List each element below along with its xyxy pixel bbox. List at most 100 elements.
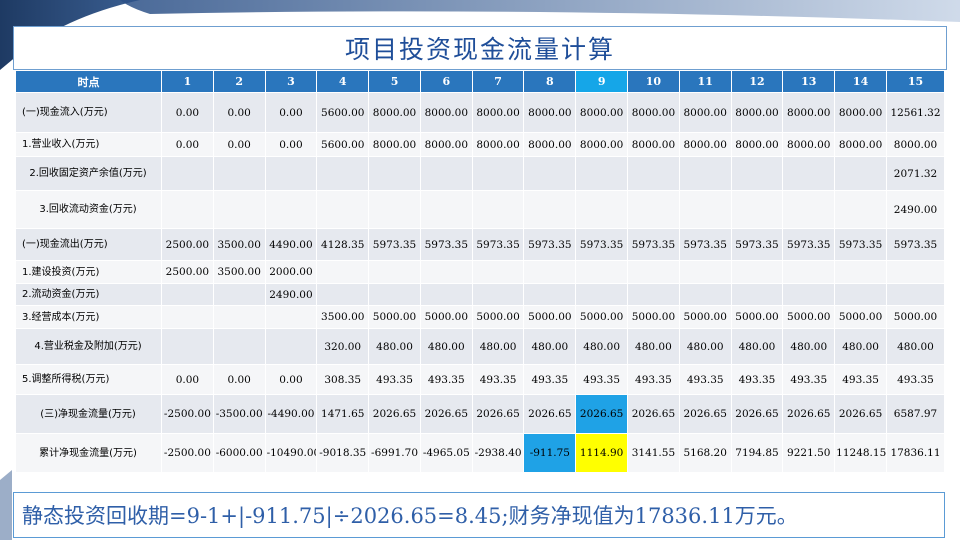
- table-cell: 2026.65: [730, 394, 784, 434]
- table-cell: 2026.65: [782, 394, 836, 434]
- header-period: 13: [782, 70, 836, 93]
- table-cell: 5000.00: [523, 305, 577, 329]
- table-cell: [730, 190, 784, 229]
- table-cell: [471, 283, 525, 306]
- table-cell: [730, 156, 784, 191]
- page-title: 项目投资现金流量计算: [13, 26, 947, 70]
- table-cell: [368, 156, 421, 191]
- table-cell: 7194.85: [730, 433, 784, 473]
- highlighted-cell: 1114.90: [575, 433, 629, 473]
- table-cell: 3500.00: [316, 305, 370, 329]
- table-cell: 8000.00: [471, 92, 525, 133]
- table-cell: [730, 260, 784, 284]
- table-cell: 5973.35: [523, 228, 577, 261]
- table-cell: 4128.35: [316, 228, 370, 261]
- table-row: 3.回收流动资金(万元) 2490.00: [15, 190, 945, 229]
- row-label: 2.流动资金(万元): [15, 283, 162, 306]
- table-cell: 480.00: [730, 328, 784, 365]
- table-cell: [627, 190, 680, 229]
- header-period: 11: [678, 70, 732, 93]
- table-cell: 5600.00: [316, 132, 370, 157]
- table-cell: 2026.65: [419, 394, 473, 434]
- table-row: 2.流动资金(万元) 2490.00: [15, 283, 945, 306]
- cash-flow-table: 时点 1 2 3 4 5 6 7 8 9 10 11 12 13 14 15 (…: [15, 70, 945, 473]
- table-cell: -10490.00: [264, 433, 318, 473]
- table-row: 2.回收固定资产余值(万元) 2071.32: [15, 156, 945, 191]
- table-cell: 3500.00: [212, 260, 266, 284]
- table-cell: [471, 190, 525, 229]
- table-cell: 493.35: [471, 364, 525, 395]
- table-cell: 5973.35: [368, 228, 421, 261]
- header-time-label: 时点: [15, 70, 162, 93]
- table-cell: [575, 156, 629, 191]
- table-cell: 12561.32: [886, 92, 945, 133]
- table-cell: 5168.20: [678, 433, 732, 473]
- table-cell: 6587.97: [886, 394, 945, 434]
- table-cell: [886, 260, 945, 284]
- table-cell: [627, 283, 680, 306]
- table-cell: -2500.00: [161, 394, 214, 434]
- table-cell: 5000.00: [368, 305, 421, 329]
- table-cell: 5000.00: [678, 305, 732, 329]
- table-cell: 2500.00: [161, 260, 214, 284]
- table-cell: 0.00: [161, 364, 214, 395]
- table-cell: -4490.00: [264, 394, 318, 434]
- table-cell: 8000.00: [678, 132, 732, 157]
- table-cell: 8000.00: [886, 132, 945, 157]
- table-cell: 2000.00: [264, 260, 318, 284]
- table-cell: 493.35: [627, 364, 680, 395]
- table-cell: [834, 156, 887, 191]
- table-cell: 3500.00: [212, 228, 266, 261]
- table-cell: [161, 305, 214, 329]
- table-cell: [834, 283, 887, 306]
- table-cell: 308.35: [316, 364, 370, 395]
- table-cell: 493.35: [575, 364, 629, 395]
- table-cell: [419, 156, 473, 191]
- table-cell: [886, 283, 945, 306]
- table-cell: 480.00: [471, 328, 525, 365]
- row-label: 1.建设投资(万元): [15, 260, 162, 284]
- row-label: 2.回收固定资产余值(万元): [15, 156, 162, 191]
- table-cell: 2490.00: [264, 283, 318, 306]
- footer-summary: 静态投资回收期=9-1+|-911.75|÷2026.65=8.45;财务净现值…: [13, 492, 945, 538]
- table-cell: 9221.50: [782, 433, 836, 473]
- table-cell: [316, 156, 370, 191]
- table-cell: [264, 156, 318, 191]
- table-cell: [678, 260, 732, 284]
- table-cell: [212, 283, 266, 306]
- table-cell: 493.35: [886, 364, 945, 395]
- table-cell: [264, 190, 318, 229]
- highlighted-cell: 2026.65: [575, 394, 629, 434]
- table-cell: 493.35: [523, 364, 577, 395]
- table-cell: -6991.70: [368, 433, 421, 473]
- table-cell: 5973.35: [575, 228, 629, 261]
- table-cell: -3500.00: [212, 394, 266, 434]
- table-cell: 8000.00: [782, 92, 836, 133]
- table-cell: 8000.00: [523, 92, 577, 133]
- table-cell: 480.00: [834, 328, 887, 365]
- table-cell: 0.00: [212, 364, 266, 395]
- table-cell: 0.00: [264, 92, 318, 133]
- table-cell: 5000.00: [471, 305, 525, 329]
- header-period: 4: [316, 70, 370, 93]
- table-cell: 0.00: [212, 92, 266, 133]
- table-cell: 493.35: [834, 364, 887, 395]
- table-row: 3.经营成本(万元) 3500.00 5000.00 5000.00 5000.00 50…: [15, 305, 945, 329]
- table-cell: 2026.65: [627, 394, 680, 434]
- table-cell: [782, 190, 836, 229]
- header-period: 15: [886, 70, 945, 93]
- header-period: 12: [730, 70, 784, 93]
- table-cell: 8000.00: [834, 92, 887, 133]
- header-period: 2: [212, 70, 266, 93]
- table-cell: 8000.00: [368, 92, 421, 133]
- table-cell: [575, 190, 629, 229]
- table-cell: 493.35: [368, 364, 421, 395]
- table-cell: 480.00: [627, 328, 680, 365]
- table-cell: [212, 328, 266, 365]
- table-cell: [316, 190, 370, 229]
- table-cell: 5000.00: [419, 305, 473, 329]
- table-cell: 5000.00: [834, 305, 887, 329]
- table-cell: 8000.00: [368, 132, 421, 157]
- header-period: 1: [161, 70, 214, 93]
- table-cell: [678, 190, 732, 229]
